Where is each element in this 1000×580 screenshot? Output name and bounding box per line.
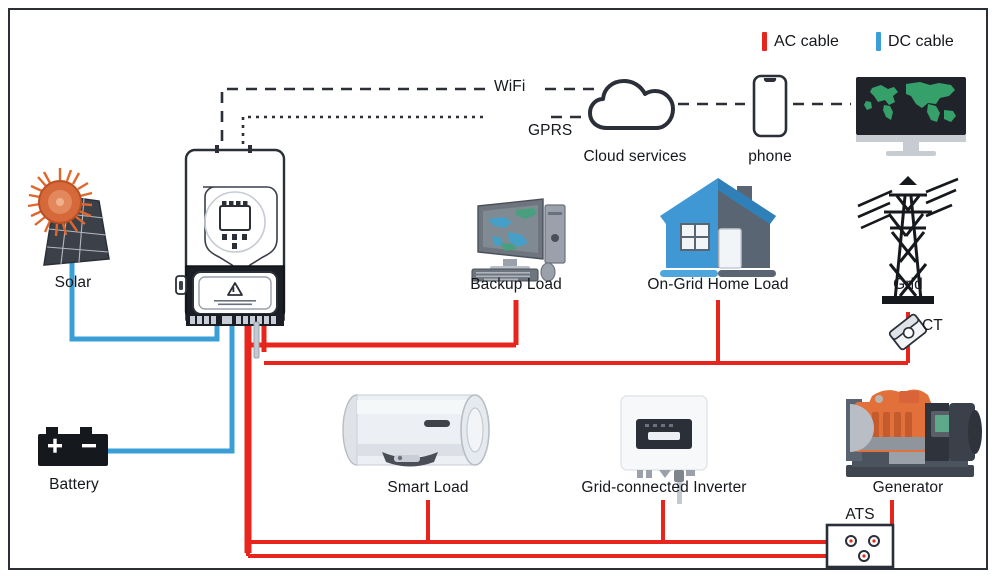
generator-icon <box>846 389 982 477</box>
label-generator: Generator <box>872 479 944 496</box>
label-cloud-services: Cloud services <box>583 148 687 165</box>
label-backup-load: Backup Load <box>470 276 562 293</box>
label-smart-load: Smart Load <box>387 479 469 496</box>
label-ats: ATS <box>845 506 875 523</box>
label-ct: CT <box>922 317 943 334</box>
label-solar: Solar <box>54 274 92 291</box>
smartphone-icon <box>752 74 788 138</box>
label-grid: Grid <box>893 276 923 293</box>
label-home-load: On-Grid Home Load <box>647 276 789 293</box>
label-wifi: WiFi <box>494 78 526 95</box>
house-icon <box>660 178 776 277</box>
desktop-computer-icon <box>471 198 566 282</box>
battery-icon <box>38 427 108 466</box>
transfer-switch-icon <box>825 523 895 569</box>
label-phone: phone <box>748 148 792 165</box>
water-heater-icon <box>342 394 490 467</box>
label-gprs: GPRS <box>528 122 573 139</box>
desktop-monitor-icon <box>856 77 966 156</box>
label-gc-inverter: Grid-connected Inverter <box>581 479 747 496</box>
solar-panel-icon <box>27 168 110 266</box>
diagram-canvas: AC cable DC cable Solar Battery GPRS WiF… <box>0 0 1000 580</box>
label-battery: Battery <box>49 476 99 493</box>
cloud-icon <box>588 79 675 130</box>
